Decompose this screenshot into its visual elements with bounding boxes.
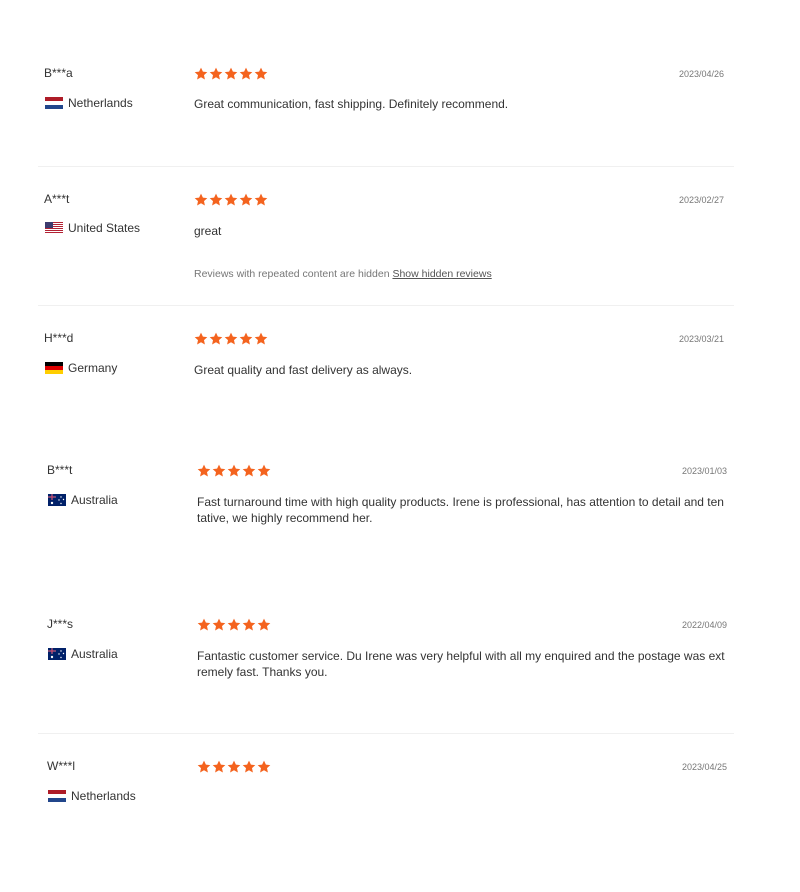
show-hidden-reviews-link[interactable]: Show hidden reviews: [392, 268, 491, 280]
netherlands-flag-icon: [45, 97, 63, 109]
star-icon: [224, 332, 238, 346]
star-icon: [212, 760, 226, 774]
reviewer-country: Germany: [45, 361, 117, 375]
star-icon: [209, 193, 223, 207]
review-date: 2022/04/09: [682, 620, 728, 630]
star-icon: [227, 464, 241, 478]
review-text: great: [194, 224, 222, 238]
review-date: 2023/01/03: [682, 466, 728, 476]
reviewer-name: B***a: [44, 66, 73, 80]
star-icon: [242, 760, 256, 774]
star-icon: [257, 464, 271, 478]
netherlands-flag-icon: [48, 790, 66, 802]
star-rating: [197, 760, 272, 774]
star-icon: [209, 332, 223, 346]
star-icon: [194, 67, 208, 81]
reviewer-name: W***l: [47, 759, 76, 773]
star-icon: [224, 67, 238, 81]
australia-flag-icon: [48, 648, 66, 660]
divider: [38, 166, 734, 167]
reviewer-name: H***d: [44, 331, 74, 345]
star-icon: [239, 67, 253, 81]
star-icon: [239, 193, 253, 207]
star-icon: [212, 618, 226, 632]
country-label: Netherlands: [71, 789, 136, 803]
star-icon: [197, 618, 211, 632]
star-icon: [227, 618, 241, 632]
country-label: Australia: [71, 647, 118, 661]
reviewer-country: Australia: [48, 647, 118, 661]
star-rating: [197, 618, 272, 632]
review-text: Great quality and fast delivery as alway…: [194, 363, 413, 377]
star-rating: [194, 193, 269, 207]
star-icon: [224, 193, 238, 207]
star-icon: [257, 760, 271, 774]
divider: [38, 305, 734, 306]
review-date: 2023/02/27: [679, 195, 725, 205]
reviewer-name: B***t: [47, 463, 73, 477]
star-rating: [197, 464, 272, 478]
star-icon: [197, 760, 211, 774]
country-label: Germany: [68, 361, 118, 375]
star-icon: [194, 332, 208, 346]
star-icon: [257, 618, 271, 632]
star-icon: [254, 67, 268, 81]
country-label: Australia: [71, 493, 118, 507]
review-text: Great communication, fast shipping. Defi…: [194, 97, 509, 111]
review-text: Fast turnaround time with high quality p…: [197, 495, 724, 525]
star-icon: [197, 464, 211, 478]
hidden-reviews-text: Reviews with repeated content are hidden: [194, 268, 390, 280]
review-date: 2023/04/25: [682, 762, 728, 772]
reviewer-country: Netherlands: [45, 96, 133, 110]
hidden-reviews-note: Reviews with repeated content are hidden…: [194, 268, 492, 280]
review-date: 2023/04/26: [679, 69, 725, 79]
star-icon: [212, 464, 226, 478]
review-date: 2023/03/21: [679, 334, 725, 344]
star-rating: [194, 67, 269, 81]
star-rating: [194, 332, 269, 346]
star-icon: [254, 332, 268, 346]
review-text: Fantastic customer service. Du Irene was…: [197, 649, 725, 679]
star-icon: [209, 67, 223, 81]
germany-flag-icon: [45, 362, 63, 374]
united-states-flag-icon: [45, 222, 63, 234]
divider: [38, 733, 734, 734]
star-icon: [239, 332, 253, 346]
star-icon: [227, 760, 241, 774]
country-label: United States: [68, 221, 141, 235]
star-icon: [194, 193, 208, 207]
star-icon: [254, 193, 268, 207]
australia-flag-icon: [48, 494, 66, 506]
reviewer-name: J***s: [47, 617, 74, 631]
reviewer-name: A***t: [44, 192, 70, 206]
reviewer-country: United States: [45, 221, 140, 235]
reviewer-country: Netherlands: [48, 789, 136, 803]
star-icon: [242, 618, 256, 632]
country-label: Netherlands: [68, 96, 133, 110]
star-icon: [242, 464, 256, 478]
reviewer-country: Australia: [48, 493, 118, 507]
